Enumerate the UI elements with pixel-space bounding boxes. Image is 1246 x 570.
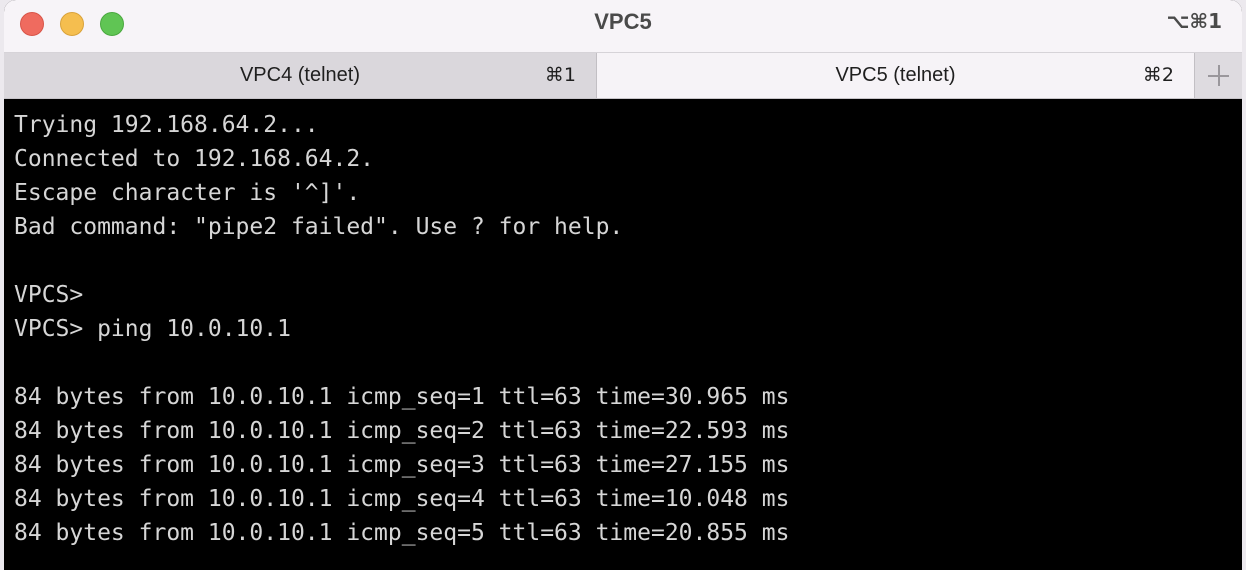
tab-label: VPC5 (telnet) [835,64,956,86]
terminal-line: 84 bytes from 10.0.10.1 icmp_seq=2 ttl=6… [14,418,790,444]
tab-vpc4[interactable]: VPC4 (telnet) ⌘1 [4,53,597,98]
title-bar[interactable]: VPC5 ⌥⌘1 [4,0,1242,53]
terminal-line: VPCS> ping 10.0.10.1 [14,316,291,342]
window-title: VPC5 [594,9,652,34]
terminal-line: Connected to 192.168.64.2. [14,146,375,172]
terminal-line: 84 bytes from 10.0.10.1 icmp_seq=1 ttl=6… [14,384,790,410]
terminal-line: VPCS> [14,282,84,308]
tab-shortcut: ⌘2 [1142,64,1174,86]
terminal-line: 84 bytes from 10.0.10.1 icmp_seq=3 ttl=6… [14,452,790,478]
terminal-line: 84 bytes from 10.0.10.1 icmp_seq=4 ttl=6… [14,486,790,512]
tab-shortcut: ⌘1 [544,64,576,86]
terminal-line: 84 bytes from 10.0.10.1 icmp_seq=5 ttl=6… [14,520,790,546]
tab-vpc5[interactable]: VPC5 (telnet) ⌘2 [597,53,1195,98]
tab-bar: VPC4 (telnet) ⌘1 VPC5 (telnet) ⌘2 [4,53,1242,99]
tab-label: VPC4 (telnet) [239,64,361,86]
terminal-line: Trying 192.168.64.2... [14,112,319,138]
terminal-window: VPC5 ⌥⌘1 VPC4 (telnet) ⌘1 VPC5 (telnet) … [4,0,1242,570]
new-tab-button[interactable] [1195,53,1242,98]
window-shortcut: ⌥⌘1 [1166,9,1222,33]
terminal-output[interactable]: Trying 192.168.64.2... Connected to 192.… [4,100,1242,570]
terminal-line: Escape character is '^]'. [14,180,361,206]
terminal-line: Bad command: "pipe2 failed". Use ? for h… [14,214,624,240]
